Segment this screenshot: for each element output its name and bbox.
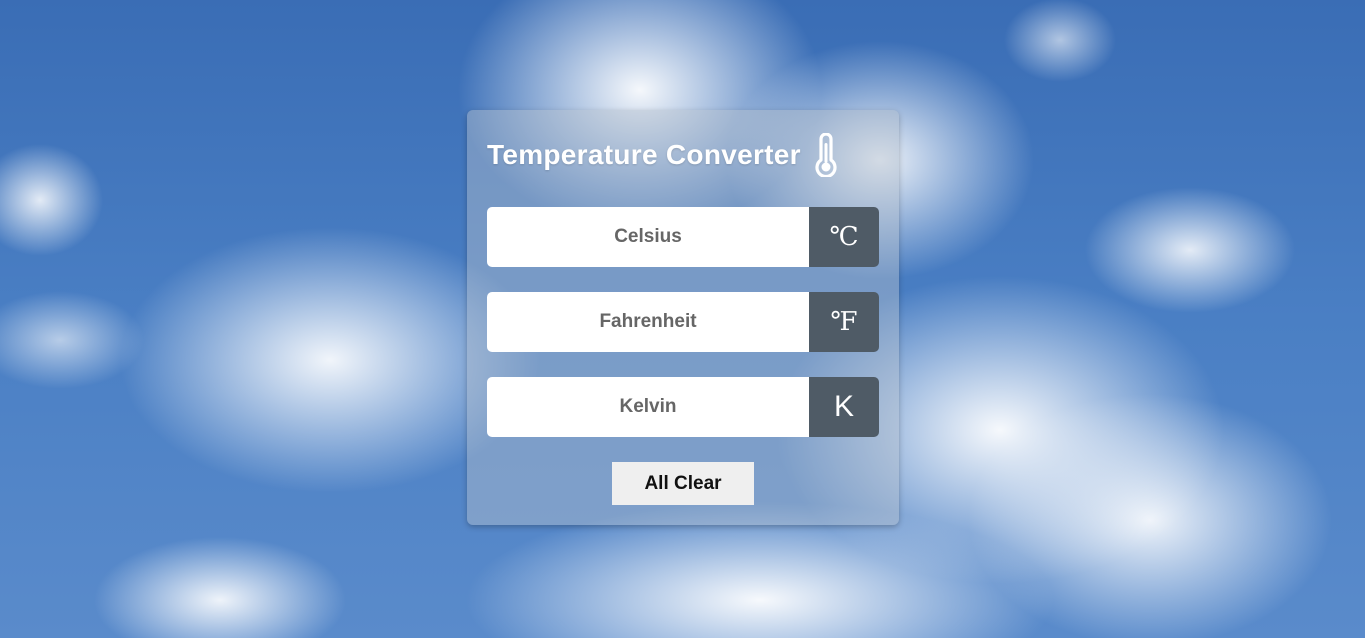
title-row: Temperature Converter	[487, 133, 839, 177]
fahrenheit-input[interactable]	[487, 292, 809, 352]
converter-card: Temperature Converter ℃ ℉ K All Clear	[467, 110, 899, 525]
celsius-input[interactable]	[487, 207, 809, 267]
kelvin-input[interactable]	[487, 377, 809, 437]
kelvin-unit-badge: K	[809, 377, 879, 437]
page-title: Temperature Converter	[487, 139, 801, 170]
fahrenheit-row: ℉	[487, 292, 879, 352]
thermometer-icon	[815, 133, 837, 177]
celsius-row: ℃	[487, 207, 879, 267]
fahrenheit-unit-badge: ℉	[809, 292, 879, 352]
celsius-unit-badge: ℃	[809, 207, 879, 267]
all-clear-button[interactable]: All Clear	[612, 462, 754, 505]
kelvin-row: K	[487, 377, 879, 437]
